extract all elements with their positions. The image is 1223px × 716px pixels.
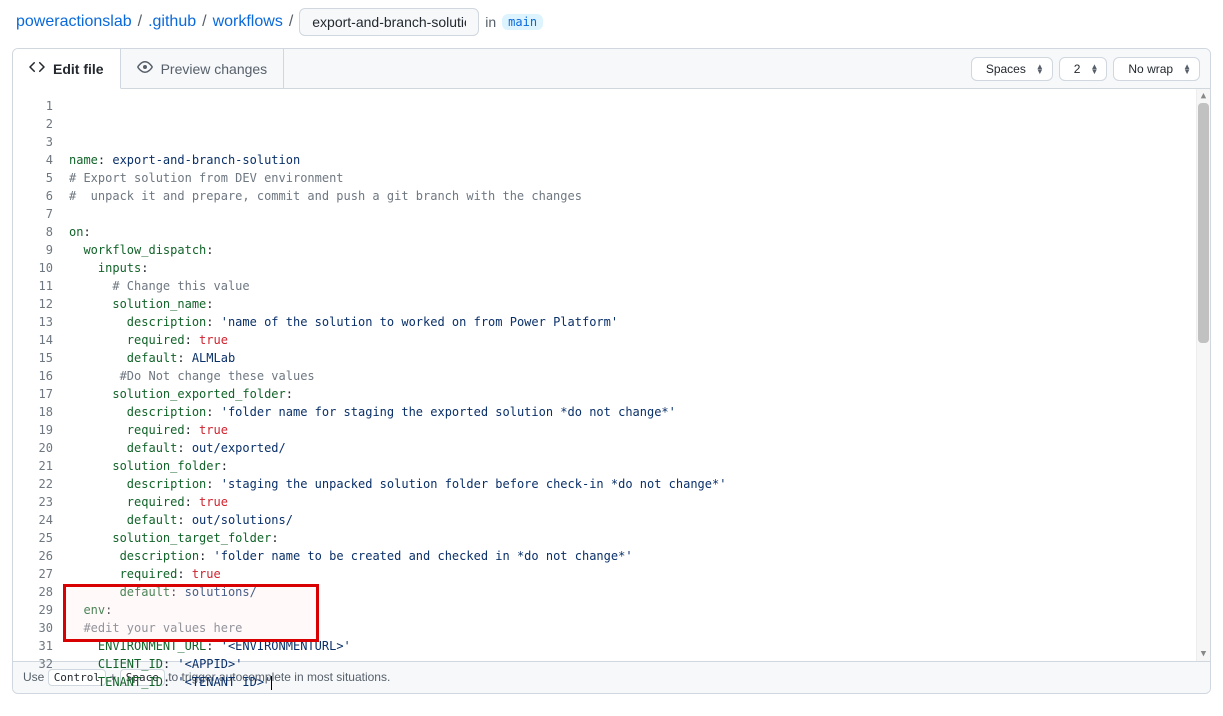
in-label: in [485, 14, 496, 30]
breadcrumb-repo-link[interactable]: poweractionslab [16, 13, 132, 31]
breadcrumb-workflows-link[interactable]: workflows [213, 13, 283, 31]
filename-input[interactable] [299, 8, 479, 36]
line-number: 16 [13, 367, 53, 385]
code-line[interactable]: workflow_dispatch: [69, 241, 1210, 259]
line-number: 8 [13, 223, 53, 241]
line-number: 14 [13, 331, 53, 349]
code-line[interactable]: solution_target_folder: [69, 529, 1210, 547]
code-line[interactable]: default: solutions/ [69, 583, 1210, 601]
tab-edit-file[interactable]: Edit file [13, 49, 121, 89]
line-numbers-gutter: 1234567891011121314151617181920212223242… [13, 89, 61, 661]
tab-preview-label: Preview changes [161, 61, 268, 77]
code-line[interactable]: # Export solution from DEV environment [69, 169, 1210, 187]
breadcrumb: poweractionslab / .github / workflows / … [0, 0, 1223, 48]
code-line[interactable] [69, 205, 1210, 223]
scrollbar-vertical[interactable]: ▲ ▼ [1196, 89, 1210, 661]
code-line[interactable]: solution_exported_folder: [69, 385, 1210, 403]
code-line[interactable]: #edit your values here [69, 619, 1210, 637]
line-number: 24 [13, 511, 53, 529]
code-line[interactable]: required: true [69, 493, 1210, 511]
line-number: 28 [13, 583, 53, 601]
code-line[interactable] [69, 691, 1210, 694]
code-line[interactable]: solution_name: [69, 295, 1210, 313]
tab-edit-label: Edit file [53, 61, 104, 77]
wrap-mode-select[interactable]: No wrap ▲▼ [1113, 57, 1200, 81]
code-line[interactable]: description: 'staging the unpacked solut… [69, 475, 1210, 493]
tab-bar: Edit file Preview changes Spaces ▲▼ 2 ▲▼… [13, 49, 1210, 89]
line-number: 4 [13, 151, 53, 169]
line-number: 9 [13, 241, 53, 259]
breadcrumb-separator: / [138, 13, 142, 31]
code-line[interactable]: CLIENT_ID: '<APPID>' [69, 655, 1210, 673]
line-number: 7 [13, 205, 53, 223]
indent-size-value: 2 [1074, 62, 1081, 76]
line-number: 29 [13, 601, 53, 619]
line-number: 3 [13, 133, 53, 151]
line-number: 6 [13, 187, 53, 205]
code-line[interactable]: description: 'folder name for staging th… [69, 403, 1210, 421]
breadcrumb-separator: / [289, 13, 293, 31]
code-line[interactable]: default: out/solutions/ [69, 511, 1210, 529]
scrollbar-thumb[interactable] [1198, 103, 1209, 343]
line-number: 20 [13, 439, 53, 457]
chevron-updown-icon: ▲▼ [1090, 64, 1098, 74]
code-line[interactable]: description: 'name of the solution to wo… [69, 313, 1210, 331]
line-number: 21 [13, 457, 53, 475]
line-number: 17 [13, 385, 53, 403]
code-line[interactable]: required: true [69, 421, 1210, 439]
code-line[interactable]: env: [69, 601, 1210, 619]
wrap-mode-value: No wrap [1128, 62, 1173, 76]
line-number: 18 [13, 403, 53, 421]
chevron-updown-icon: ▲▼ [1183, 64, 1191, 74]
code-line[interactable]: name: export-and-branch-solution [69, 151, 1210, 169]
breadcrumb-github-link[interactable]: .github [148, 13, 196, 31]
indent-mode-value: Spaces [986, 62, 1026, 76]
text-cursor [271, 676, 272, 690]
scroll-up-arrow-icon[interactable]: ▲ [1197, 89, 1210, 103]
code-line[interactable]: default: out/exported/ [69, 439, 1210, 457]
eye-icon [137, 59, 153, 78]
line-number: 13 [13, 313, 53, 331]
code-line[interactable]: solution_folder: [69, 457, 1210, 475]
line-number: 5 [13, 169, 53, 187]
line-number: 25 [13, 529, 53, 547]
line-number: 11 [13, 277, 53, 295]
code-line[interactable]: # unpack it and prepare, commit and push… [69, 187, 1210, 205]
line-number: 15 [13, 349, 53, 367]
line-number: 19 [13, 421, 53, 439]
line-number: 26 [13, 547, 53, 565]
breadcrumb-separator: / [202, 13, 206, 31]
code-body[interactable]: name: export-and-branch-solution# Export… [61, 89, 1210, 661]
code-line[interactable]: required: true [69, 331, 1210, 349]
editor-toolbar: Spaces ▲▼ 2 ▲▼ No wrap ▲▼ [971, 57, 1210, 81]
code-line[interactable]: TENANT_ID: '<TENANT ID>' [69, 673, 1210, 691]
code-line[interactable]: ENVIRONMENT_URL: '<ENVIRONMENTURL>' [69, 637, 1210, 655]
code-icon [29, 59, 45, 78]
code-line[interactable]: description: 'folder name to be created … [69, 547, 1210, 565]
tab-preview-changes[interactable]: Preview changes [121, 49, 285, 88]
code-editor[interactable]: 1234567891011121314151617181920212223242… [13, 89, 1210, 661]
branch-badge[interactable]: main [502, 14, 543, 30]
code-line[interactable]: on: [69, 223, 1210, 241]
code-line[interactable]: required: true [69, 565, 1210, 583]
line-number: 30 [13, 619, 53, 637]
scroll-down-arrow-icon[interactable]: ▼ [1197, 647, 1210, 661]
line-number: 23 [13, 493, 53, 511]
editor-container: Edit file Preview changes Spaces ▲▼ 2 ▲▼… [12, 48, 1211, 694]
line-number: 31 [13, 637, 53, 655]
line-number: 1 [13, 97, 53, 115]
code-line[interactable]: #Do Not change these values [69, 367, 1210, 385]
line-number: 22 [13, 475, 53, 493]
indent-size-select[interactable]: 2 ▲▼ [1059, 57, 1108, 81]
line-number: 10 [13, 259, 53, 277]
line-number: 27 [13, 565, 53, 583]
code-line[interactable]: # Change this value [69, 277, 1210, 295]
line-number: 32 [13, 655, 53, 673]
chevron-updown-icon: ▲▼ [1036, 64, 1044, 74]
code-line[interactable]: inputs: [69, 259, 1210, 277]
indent-mode-select[interactable]: Spaces ▲▼ [971, 57, 1053, 81]
line-number: 12 [13, 295, 53, 313]
line-number: 2 [13, 115, 53, 133]
code-line[interactable]: default: ALMLab [69, 349, 1210, 367]
